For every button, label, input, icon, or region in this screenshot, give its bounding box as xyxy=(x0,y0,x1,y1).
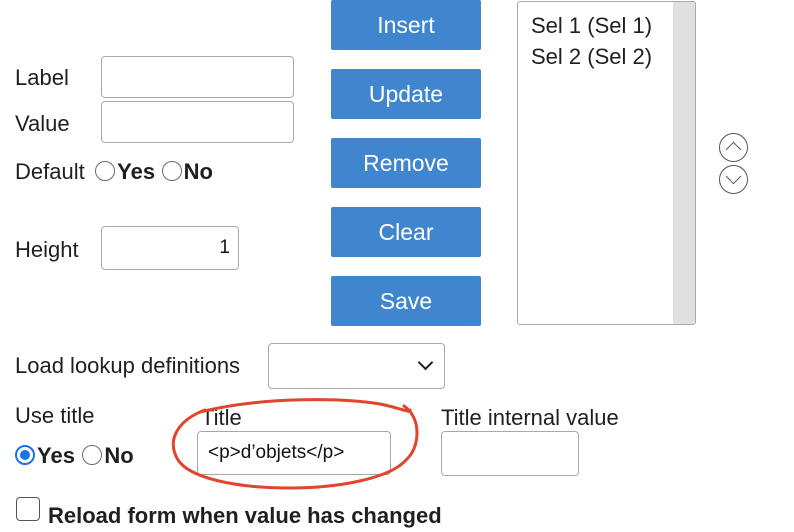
default-no-label: No xyxy=(183,159,213,184)
value-input[interactable] xyxy=(101,101,294,143)
reload-label: Reload form when value has changed xyxy=(48,503,442,528)
chevron-down-circle-icon[interactable] xyxy=(719,165,748,194)
label-input[interactable] xyxy=(101,56,294,98)
load-lookup-label: Load lookup definitions xyxy=(15,353,241,378)
default-group: Default Yes No xyxy=(15,159,213,185)
use-title-group: Yes No xyxy=(15,443,134,469)
title-field-label: Title xyxy=(201,405,242,430)
use-title-no-label: No xyxy=(104,443,134,468)
remove-button[interactable]: Remove xyxy=(331,138,481,188)
list-item[interactable]: Sel 2 (Sel 2) xyxy=(531,44,652,70)
list-item[interactable]: Sel 1 (Sel 1) xyxy=(531,13,652,39)
update-button[interactable]: Update xyxy=(331,69,481,119)
load-lookup-select[interactable] xyxy=(268,343,445,389)
chevron-up-circle-icon[interactable] xyxy=(719,133,748,162)
save-button[interactable]: Save xyxy=(331,276,481,326)
title-internal-input[interactable] xyxy=(441,431,579,476)
use-title-no-radio[interactable] xyxy=(82,445,103,465)
height-field-label: Height xyxy=(15,237,79,262)
title-internal-label: Title internal value xyxy=(441,405,619,430)
reload-checkbox[interactable] xyxy=(16,497,40,521)
options-listbox[interactable]: Sel 1 (Sel 1) Sel 2 (Sel 2) xyxy=(517,1,696,325)
default-yes-radio[interactable] xyxy=(95,161,116,181)
default-no-radio[interactable] xyxy=(161,161,182,181)
use-title-label: Use title xyxy=(15,403,95,428)
insert-button[interactable]: Insert xyxy=(331,0,481,50)
use-title-yes-label: Yes xyxy=(37,443,75,468)
label-field-label: Label xyxy=(15,65,69,90)
value-field-label: Value xyxy=(15,111,70,136)
default-yes-label: Yes xyxy=(117,159,156,184)
use-title-yes-radio[interactable] xyxy=(15,445,35,465)
clear-button[interactable]: Clear xyxy=(331,207,481,257)
chevron-down-icon xyxy=(417,354,434,371)
title-input[interactable] xyxy=(197,431,391,475)
listbox-scrollbar[interactable] xyxy=(673,2,695,324)
height-input[interactable] xyxy=(101,226,239,270)
default-label: Default xyxy=(15,159,85,184)
